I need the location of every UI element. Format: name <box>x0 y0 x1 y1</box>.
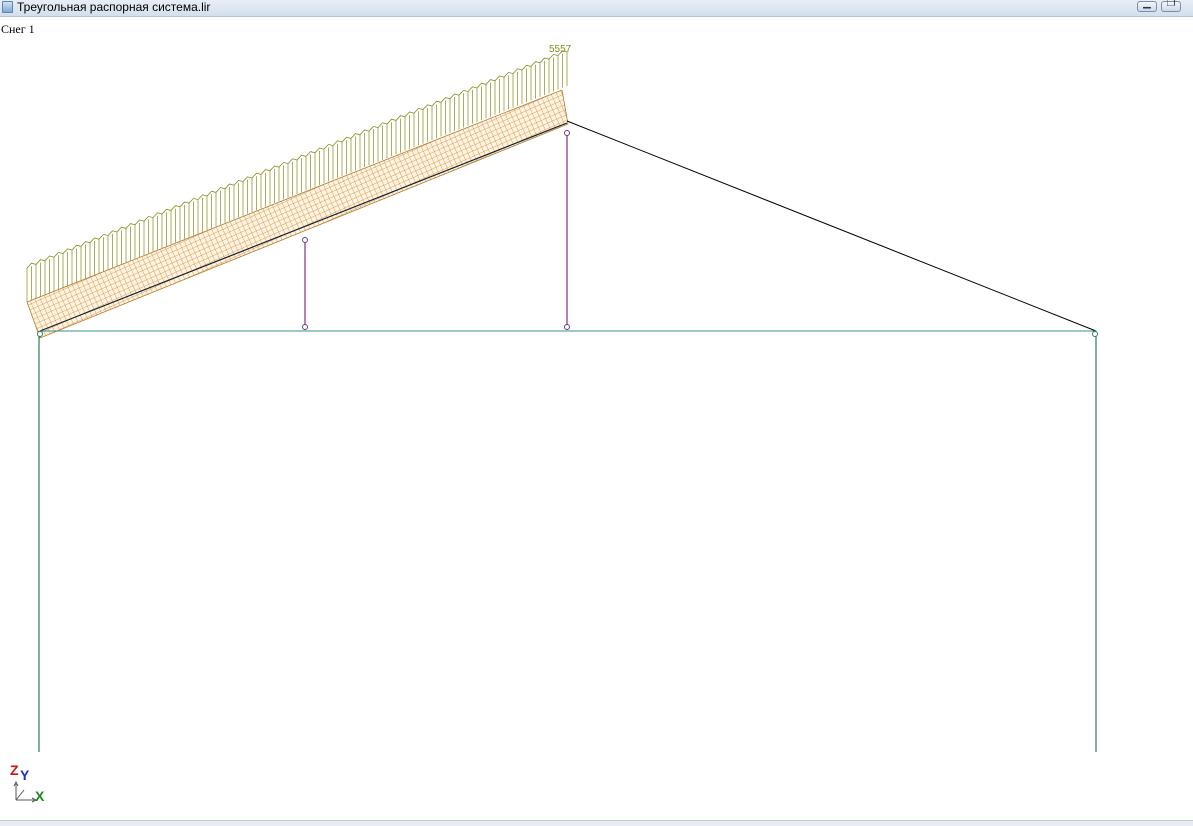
load-diagram-fill <box>26 89 569 339</box>
model-viewport[interactable]: 5557 <box>0 17 1193 762</box>
minimize-icon: ▁ <box>1143 0 1151 9</box>
load-arrows <box>26 52 568 302</box>
load-value-label: 5557 <box>549 44 572 55</box>
node[interactable] <box>302 324 308 330</box>
restore-button[interactable]: ❐ <box>1161 0 1181 12</box>
load-diagram-edge <box>26 50 568 269</box>
minimize-button[interactable]: ▁ <box>1137 0 1157 12</box>
axis-x-label: X <box>35 788 45 804</box>
restore-icon: ❐ <box>1166 0 1176 9</box>
axis-z-label: Z <box>10 762 19 778</box>
axis-y-label: Y <box>20 767 30 783</box>
node[interactable] <box>37 331 43 337</box>
node[interactable] <box>564 130 570 136</box>
status-bar <box>0 820 1193 826</box>
axes-indicator: Z Y X <box>8 762 50 806</box>
node[interactable] <box>302 237 308 243</box>
node[interactable] <box>564 324 570 330</box>
node[interactable] <box>1092 331 1098 337</box>
window-title: Треугольная распорная система.lir <box>17 0 211 14</box>
left-slope-beam <box>39 122 568 332</box>
right-slope-beam <box>566 120 1097 332</box>
app-file-icon <box>2 1 13 13</box>
window-titlebar[interactable]: Треугольная распорная система.lir ▁ ❐ <box>0 0 1193 17</box>
